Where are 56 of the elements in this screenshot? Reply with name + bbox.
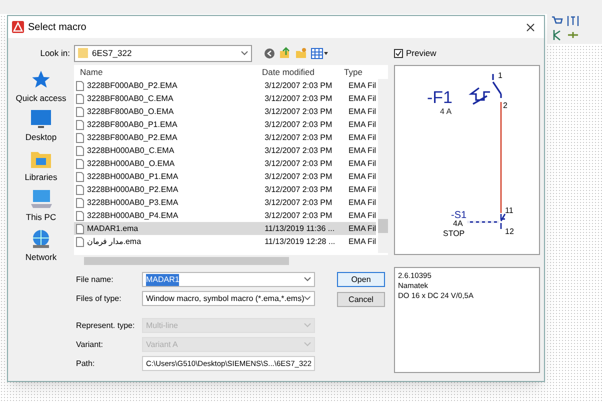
file-row[interactable]: 3228BH000AB0_C.EMA 3/12/2007 2:03 PM EMA Fil: [74, 144, 376, 157]
up-folder-icon[interactable]: [279, 47, 291, 59]
dropdown-field[interactable]: Window macro, symbol macro (*.ema,*.ems): [142, 291, 315, 306]
terminal-symbol-icon[interactable]: [567, 29, 579, 41]
folder-icon: [30, 149, 52, 169]
field-label: Represent. type:: [76, 320, 136, 332]
window-title: Select macro: [28, 20, 86, 34]
column-header[interactable]: Type: [344, 66, 362, 78]
look-in-label: Look in:: [39, 46, 70, 60]
place-item[interactable]: This PC: [12, 189, 70, 225]
file-row[interactable]: 3228BF000AB0_P2.EMA 3/12/2007 2:03 PM EMA Fil: [74, 79, 376, 92]
preview-checkbox[interactable]: [394, 48, 403, 58]
check-icon: [395, 50, 402, 56]
chevron-down-icon: [304, 323, 311, 328]
column-header[interactable]: Name: [80, 66, 262, 78]
chevron-down-icon: [304, 277, 311, 282]
switch-symbol-icon[interactable]: [551, 29, 563, 41]
back-icon[interactable]: [264, 48, 275, 58]
field-label: Variant:: [76, 338, 104, 350]
file-row[interactable]: 3228BF800AB0_C.EMA 3/12/2007 2:03 PM EMA Fil: [74, 92, 376, 105]
cancel-button[interactable]: Cancel: [337, 292, 385, 307]
file-row[interactable]: MADAR1.ema 11/13/2019 11:36 ... EMA Fil: [74, 222, 376, 235]
place-item[interactable]: Desktop: [12, 109, 70, 145]
circuit-diagram-drawing: -F1 4 A 1 2 -S1 4A STOP 11 12: [395, 66, 539, 254]
computer-icon: [30, 189, 52, 209]
place-item[interactable]: Network: [12, 229, 70, 265]
column-header[interactable]: Date modified: [262, 66, 344, 78]
file-row[interactable]: 3228BF800AB0_P2.EMA 3/12/2007 2:03 PM EMA Fil: [74, 131, 376, 144]
chevron-down-icon: [304, 296, 311, 301]
view-menu-icon[interactable]: [311, 48, 328, 58]
globe-icon: [30, 229, 52, 249]
chevron-down-icon: [241, 50, 248, 56]
text-tool-icon[interactable]: [567, 15, 579, 27]
place-item[interactable]: Quick access: [12, 69, 70, 105]
field-label: File name:: [76, 274, 114, 286]
file-name-field[interactable]: MADAR1: [142, 272, 315, 287]
preview-label: Preview: [406, 46, 436, 60]
file-row[interactable]: 3228BH000AB0_P1.EMA 3/12/2007 2:03 PM EMA Fil: [74, 170, 376, 183]
star-icon: [30, 69, 52, 90]
file-row[interactable]: 3228BH000AB0_P2.EMA 3/12/2007 2:03 PM EMA Fil: [74, 183, 376, 196]
folder-icon: [78, 48, 88, 58]
file-row[interactable]: 3228BH000AB0_P3.EMA 3/12/2007 2:03 PM EMA Fil: [74, 196, 376, 209]
app-logo-icon: [12, 21, 24, 33]
desktop-icon: [30, 109, 52, 129]
open-button[interactable]: Open: [337, 272, 385, 287]
file-row[interactable]: 3228BF800AB0_P1.EMA 3/12/2007 2:03 PM EMA Fil: [74, 118, 376, 131]
place-item[interactable]: Libraries: [12, 149, 70, 185]
field-label: Path:: [76, 358, 96, 370]
chevron-down-icon: [304, 342, 311, 347]
field-label: Files of type:: [76, 292, 122, 304]
file-row[interactable]: 3228BF800AB0_O.EMA 3/12/2007 2:03 PM EMA Fil: [74, 105, 376, 118]
file-row[interactable]: 3228BH000AB0_P4.EMA 3/12/2007 2:03 PM EMA Fil: [74, 209, 376, 222]
file-row[interactable]: 3228BH000AB0_O.EMA 3/12/2007 2:03 PM EMA Fil: [74, 157, 376, 170]
close-icon: [526, 22, 534, 32]
vertical-scrollbar[interactable]: [378, 79, 388, 253]
look-in-combo[interactable]: 6ES7_322: [74, 44, 252, 62]
